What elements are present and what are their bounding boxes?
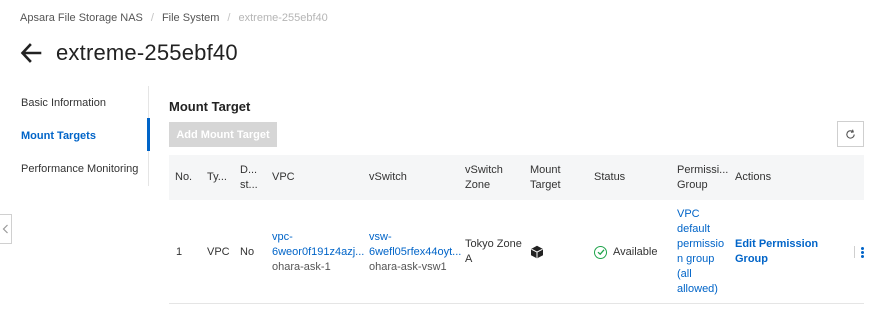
- cell-status: Available: [594, 200, 657, 304]
- permission-group-link[interactable]: VPC default permissio n group (all allow…: [677, 207, 724, 297]
- nav-active-indicator: [147, 118, 150, 151]
- status-text: Available: [613, 245, 658, 258]
- th-mount-target: Mount Target: [530, 155, 561, 200]
- th-vpc: VPC: [272, 171, 295, 183]
- add-mount-target-button[interactable]: Add Mount Target: [169, 122, 277, 147]
- th-dual-stack-line1: D...: [240, 163, 258, 176]
- cell-no: 1: [176, 245, 183, 258]
- table-row: 1 VPC No vpc- 6weor0f191z4azj... ohara-a…: [169, 200, 864, 304]
- permission-group-line2[interactable]: default: [677, 222, 724, 237]
- chevron-left-icon: [2, 224, 8, 234]
- permission-group-line3[interactable]: permissio: [677, 237, 724, 252]
- th-mount-target-line2: Target: [530, 178, 561, 191]
- cell-dual-stack: No: [240, 245, 255, 258]
- cell-actions: Edit Permission Group: [735, 200, 864, 304]
- vswitch-link-line1[interactable]: vsw-: [369, 230, 461, 245]
- th-mount-target-line1: Mount: [530, 163, 561, 176]
- check-circle-icon: [594, 245, 607, 259]
- nav-basic-information[interactable]: Basic Information: [21, 97, 106, 109]
- nav-performance-monitoring[interactable]: Performance Monitoring: [21, 163, 138, 175]
- vswitch-link-line2[interactable]: 6wefl05rfex44oyt...: [369, 245, 461, 260]
- th-actions: Actions: [735, 171, 772, 183]
- permission-group-line5[interactable]: (all: [677, 267, 724, 282]
- collapse-handle[interactable]: [0, 214, 12, 244]
- breadcrumb-file-system[interactable]: File System: [162, 12, 219, 24]
- table-header: No. Ty... D... st... VPC vSwitch vSwitch…: [169, 155, 864, 200]
- vswitch-name: ohara-ask-vsw1: [369, 260, 447, 273]
- th-permission-group-line2: Group: [677, 178, 708, 191]
- section-title: Mount Target: [169, 99, 251, 114]
- th-vswitch: vSwitch: [369, 171, 407, 183]
- arrow-left-icon[interactable]: [20, 42, 42, 64]
- cell-vswitch: vsw- 6wefl05rfex44oyt... ohara-ask-vsw1: [369, 200, 461, 304]
- breadcrumb-current: extreme-255ebf40: [238, 12, 328, 24]
- cell-permission-group: VPC default permissio n group (all allow…: [677, 200, 724, 304]
- nav-mount-targets[interactable]: Mount Targets: [21, 130, 96, 142]
- action-divider: [854, 246, 856, 258]
- th-no: No.: [175, 171, 193, 183]
- zone-line2: A: [465, 253, 473, 265]
- refresh-icon: [846, 129, 855, 139]
- th-permission-group: Permissi... Group: [677, 155, 728, 200]
- refresh-button[interactable]: [837, 121, 864, 147]
- vpc-link-line2[interactable]: 6weor0f191z4azj...: [272, 245, 364, 260]
- cell-mount-target: [530, 200, 544, 304]
- cell-zone: Tokyo Zone A: [465, 200, 522, 304]
- page-title: extreme-255ebf40: [56, 40, 238, 65]
- breadcrumb-separator: /: [150, 12, 154, 24]
- permission-group-line1[interactable]: VPC: [677, 207, 724, 222]
- vpc-link-line1[interactable]: vpc-: [272, 230, 364, 245]
- th-dual-stack: D... st...: [240, 155, 258, 200]
- edit-permission-group-link[interactable]: Edit Permission Group: [735, 237, 849, 267]
- th-type: Ty...: [207, 171, 227, 183]
- permission-group-line6[interactable]: allowed): [677, 282, 724, 297]
- zone-line1: Tokyo Zone: [465, 238, 522, 250]
- cell-vpc: vpc- 6weor0f191z4azj... ohara-ask-1: [272, 200, 364, 304]
- side-nav: Basic Information Mount Targets Performa…: [0, 86, 150, 186]
- cube-icon[interactable]: [530, 245, 544, 259]
- title-row: extreme-255ebf40: [20, 40, 238, 66]
- breadcrumb-separator: /: [227, 12, 231, 24]
- cell-type: VPC: [207, 245, 230, 258]
- permission-group-line4[interactable]: n group: [677, 252, 724, 267]
- th-status: Status: [594, 171, 626, 183]
- breadcrumb-nas[interactable]: Apsara File Storage NAS: [20, 12, 143, 24]
- th-vswitch-zone-line2: Zone: [465, 178, 491, 191]
- more-vertical-icon[interactable]: [860, 246, 864, 258]
- breadcrumb: Apsara File Storage NAS / File System / …: [20, 12, 328, 24]
- mount-target-table: No. Ty... D... st... VPC vSwitch vSwitch…: [169, 155, 864, 304]
- th-vswitch-zone-line1: vSwitch: [465, 163, 503, 176]
- th-dual-stack-line2: st...: [240, 178, 258, 191]
- th-vswitch-zone: vSwitch Zone: [465, 155, 503, 200]
- vpc-name: ohara-ask-1: [272, 260, 331, 273]
- th-permission-group-line1: Permissi...: [677, 163, 729, 176]
